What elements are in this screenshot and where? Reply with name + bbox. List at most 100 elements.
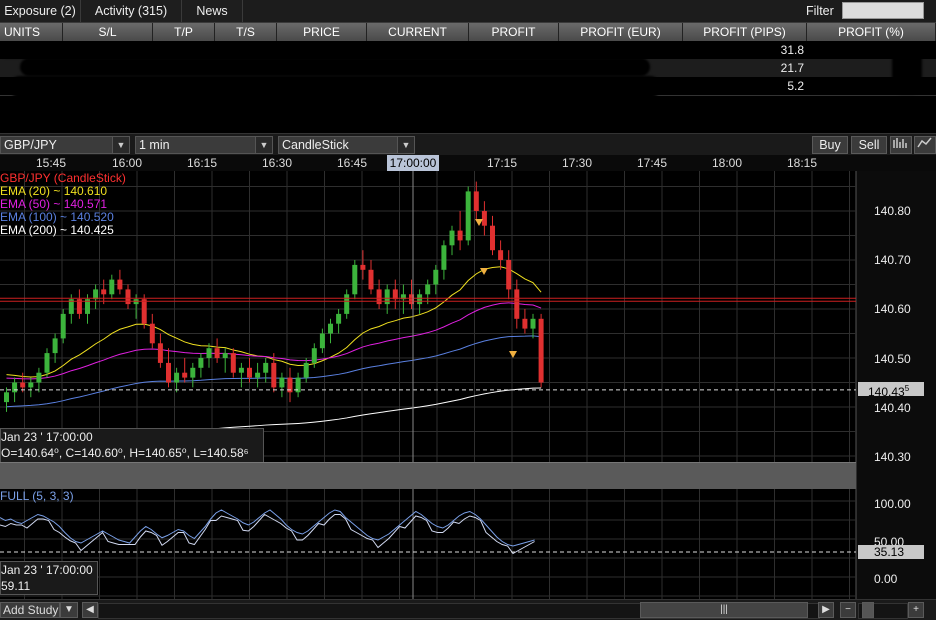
candle-body xyxy=(149,323,155,344)
col-current[interactable]: CURRENT xyxy=(367,23,469,41)
redaction-mark xyxy=(10,76,660,98)
stoch-axis-label: 100.00 xyxy=(874,497,911,511)
candle-body xyxy=(263,362,269,373)
col-profit-pips[interactable]: PROFIT (PIPS) xyxy=(683,23,807,41)
col-profit-percent[interactable]: PROFIT (%) xyxy=(807,23,936,41)
candle-body xyxy=(60,313,66,339)
col-profit[interactable]: PROFIT xyxy=(469,23,559,41)
candle-body xyxy=(182,372,188,378)
candle-body xyxy=(214,348,220,358)
tab-activity[interactable]: Activity (315) xyxy=(81,0,182,22)
chart-type-select[interactable]: CandleStick ▼ xyxy=(278,136,415,154)
candle-body xyxy=(157,343,163,363)
filter-label: Filter xyxy=(806,4,834,18)
time-scroll-thumb[interactable]: ||| xyxy=(640,602,808,618)
axis-corner xyxy=(856,155,936,171)
redaction-mark xyxy=(20,58,650,76)
time-label: 17:30 xyxy=(562,156,593,170)
col-units[interactable]: UNITS xyxy=(0,23,63,41)
col-stop-loss[interactable]: S/L xyxy=(63,23,153,41)
tab-exposure[interactable]: Exposure (2) xyxy=(0,0,81,22)
candle-body xyxy=(190,367,196,378)
plus-icon: + xyxy=(913,604,919,615)
candle-body xyxy=(44,353,50,373)
grip-icon: ||| xyxy=(720,604,728,615)
candle-body xyxy=(4,392,9,403)
chevron-down-icon: ▼ xyxy=(255,137,272,153)
redaction-mark xyxy=(0,44,640,58)
price-chart[interactable] xyxy=(0,171,936,599)
profit-pips-cell: 5.2 xyxy=(787,79,804,93)
current-price-tag: 140.435 xyxy=(858,382,924,399)
scroll-right-button[interactable]: ▶ xyxy=(818,602,834,618)
col-price[interactable]: PRICE xyxy=(277,23,367,41)
candle-body xyxy=(311,348,317,363)
chart-tools-icon[interactable] xyxy=(890,136,912,154)
current-price-value: 140.43 xyxy=(868,385,905,399)
bottom-bar: Add Study ▼ ◀ ||| ▶ − + xyxy=(0,599,936,620)
candle-body xyxy=(328,323,333,334)
candle-body xyxy=(384,289,390,305)
interval-value: 1 min xyxy=(139,138,170,152)
candle-body xyxy=(368,269,374,290)
candle-body xyxy=(425,284,431,295)
candle-body xyxy=(255,372,261,378)
stoch-axis-label: 0.00 xyxy=(874,572,898,586)
candle-body xyxy=(522,318,528,329)
ohlc-date: Jan 23 ' 17:00:00 xyxy=(1,430,93,444)
ohlc-values: O=140.64⁰, C=140.60⁰, H=140.65⁰, L=140.5… xyxy=(1,446,249,460)
candle-body xyxy=(206,348,212,358)
candle-body xyxy=(36,372,42,383)
candle-body xyxy=(538,318,544,383)
sell-button[interactable]: Sell xyxy=(851,136,887,154)
chart-settings-icon[interactable] xyxy=(914,136,936,154)
add-study-dropdown[interactable]: ▼ xyxy=(60,602,78,618)
current-price-sup: 5 xyxy=(904,384,910,393)
price-label: 140.40 xyxy=(874,401,911,415)
candle-body xyxy=(498,250,504,260)
price-label: 140.50 xyxy=(874,352,911,366)
add-study-button[interactable]: Add Study xyxy=(0,602,60,618)
instrument-value: GBP/JPY xyxy=(4,138,57,152)
col-trailing-stop[interactable]: T/S xyxy=(215,23,277,41)
buy-button[interactable]: Buy xyxy=(812,136,848,154)
candle-body xyxy=(457,230,463,241)
zoom-out-button[interactable]: − xyxy=(840,602,856,618)
minus-icon: − xyxy=(845,604,851,615)
candle-body xyxy=(433,269,439,285)
panel-separator[interactable] xyxy=(0,462,856,489)
price-label: 140.60 xyxy=(874,302,911,316)
col-profit-eur[interactable]: PROFIT (EUR) xyxy=(559,23,683,41)
legend-ema-200: EMA (200) ~ 140.425 xyxy=(0,223,114,237)
zoom-in-button[interactable]: + xyxy=(908,602,924,618)
candle-body xyxy=(352,264,358,295)
positions-table-header: UNITS S/L T/P T/S PRICE CURRENT PROFIT P… xyxy=(0,23,936,41)
chevron-down-icon: ▼ xyxy=(64,604,74,615)
bars-icon xyxy=(893,138,907,148)
chevron-down-icon: ▼ xyxy=(112,137,129,153)
chart-toolbar: GBP/JPY ▼ 1 min ▼ CandleStick ▼ Buy Sell xyxy=(0,133,936,157)
chart-type-value: CandleStick xyxy=(282,138,349,152)
candle-body xyxy=(166,362,171,383)
stochastic-title: FULL (5, 3, 3) xyxy=(0,489,74,503)
filter-input[interactable] xyxy=(842,2,924,19)
stochastic-info-box: Jan 23 ' 17:00:00 59.11 xyxy=(0,561,98,595)
instrument-select[interactable]: GBP/JPY ▼ xyxy=(0,136,130,154)
tab-news[interactable]: News xyxy=(182,0,243,22)
time-label: 18:15 xyxy=(787,156,818,170)
time-axis: 15:45 16:00 16:15 16:30 16:45 17:00:00 1… xyxy=(0,155,856,172)
stoch-current-tag: 35.13 xyxy=(858,545,924,559)
time-label: 16:45 xyxy=(337,156,368,170)
interval-select[interactable]: 1 min ▼ xyxy=(135,136,273,154)
stoch-value: 59.11 xyxy=(1,579,31,593)
candle-body xyxy=(28,382,34,388)
candle-body xyxy=(222,353,228,358)
price-label: 140.70 xyxy=(874,253,911,267)
candle-body xyxy=(514,289,520,319)
col-take-profit[interactable]: T/P xyxy=(153,23,215,41)
scroll-left-button[interactable]: ◀ xyxy=(82,602,98,618)
candle-body xyxy=(20,382,26,388)
candle-body xyxy=(303,362,309,378)
zoom-thumb[interactable] xyxy=(862,602,874,618)
candle-body xyxy=(441,245,447,270)
